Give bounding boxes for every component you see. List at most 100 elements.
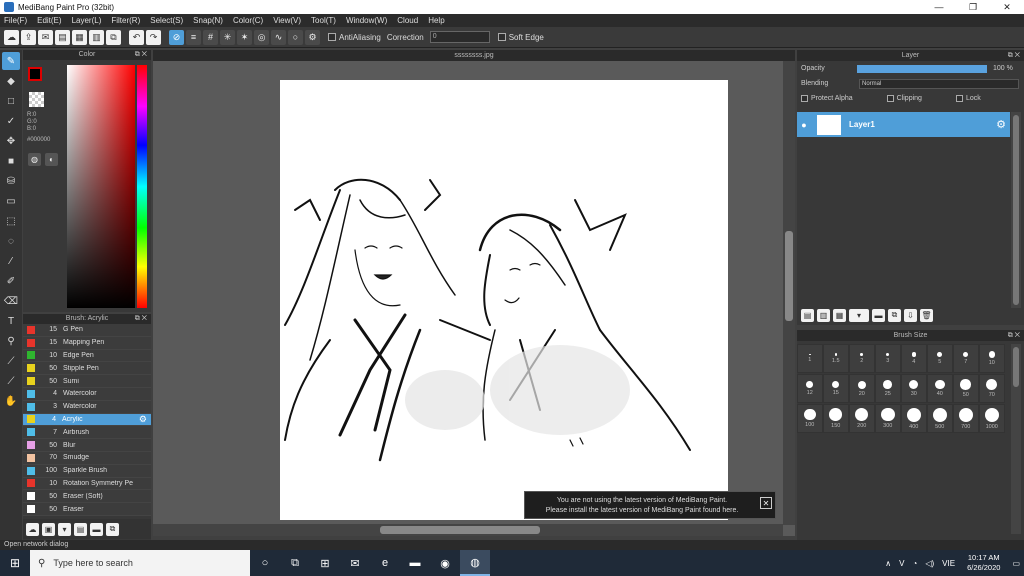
merge-down-icon[interactable]: ⇩	[904, 308, 917, 322]
snap-circle-icon[interactable]: ○	[288, 29, 303, 45]
brush-item[interactable]: 3 Watercolor	[23, 400, 151, 414]
edge-icon[interactable]: e	[370, 550, 400, 576]
windows-start-icon[interactable]: ⊞	[0, 550, 30, 576]
snap-off-icon[interactable]: ⊘	[169, 29, 184, 45]
blending-select[interactable]: Normal	[859, 78, 1019, 89]
snap-settings-icon[interactable]: ⚙	[305, 29, 320, 45]
save-icon[interactable]: ▥	[89, 29, 104, 45]
protect-alpha-checkbox[interactable]	[801, 95, 808, 102]
file-explorer-icon[interactable]: ▬	[400, 550, 430, 576]
brush-size-cell[interactable]: 70	[979, 374, 1005, 403]
brush-item[interactable]: 7 Airbrush	[23, 426, 151, 440]
comment-icon[interactable]: ✉	[38, 29, 53, 45]
layer-folder-icon[interactable]: ▬	[872, 308, 885, 322]
menu-file[interactable]: File(F)	[4, 16, 27, 25]
vertical-scroll-thumb[interactable]	[785, 231, 793, 321]
magic-wand-icon[interactable]: ⁄	[2, 252, 20, 270]
select-eraser-icon[interactable]: ⌫	[2, 292, 20, 310]
menu-edit[interactable]: Edit(E)	[37, 16, 61, 25]
brush-size-cell[interactable]: 400	[901, 404, 927, 433]
brush-item[interactable]: 15 G Pen	[23, 324, 151, 337]
brush-size-cell[interactable]: 200	[849, 404, 875, 433]
brush-item[interactable]: 50 Sumi	[23, 375, 151, 388]
panel-close-icon[interactable]: ⧉ ✕	[135, 314, 147, 324]
close-icon[interactable]: ✕	[990, 2, 1024, 13]
brush-folder-icon[interactable]: ▬	[90, 522, 103, 536]
brush-size-cell[interactable]: 1	[797, 344, 823, 373]
menu-view[interactable]: View(V)	[273, 16, 301, 25]
saturation-value-picker[interactable]	[67, 65, 135, 308]
brush-size-cell[interactable]: 4	[901, 344, 927, 373]
layer-settings-gear-icon[interactable]: ⚙	[996, 118, 1006, 131]
new-8bit-layer-icon[interactable]: ▦	[833, 308, 846, 322]
brush-size-cell[interactable]: 10	[979, 344, 1005, 373]
panel-close-icon[interactable]: ⧉ ✕	[1008, 330, 1020, 341]
select-rect-icon[interactable]: ⬚	[2, 212, 20, 230]
brush-item[interactable]: 50 Eraser	[23, 503, 151, 516]
brush-size-cell[interactable]: 500	[927, 404, 953, 433]
snap-concentric-icon[interactable]: ◎	[254, 29, 269, 45]
foreground-color-swatch[interactable]	[28, 67, 42, 81]
brush-size-cell[interactable]: 2	[849, 344, 875, 373]
brush-size-cell[interactable]: 50	[953, 374, 979, 403]
eraser-tool-icon[interactable]: ◆	[2, 72, 20, 90]
menu-cloud[interactable]: Cloud	[397, 16, 418, 25]
snap-grid-icon[interactable]: #	[203, 29, 218, 45]
move-tool-icon[interactable]: ✥	[2, 132, 20, 150]
rectangle-tool-icon[interactable]: ■	[2, 152, 20, 170]
palette-icon[interactable]: ◐	[45, 153, 58, 166]
redo-icon[interactable]: ↷	[146, 29, 161, 45]
text-tool-icon[interactable]: T	[2, 312, 20, 330]
brush-item[interactable]: 15 Mapping Pen	[23, 336, 151, 350]
operation-tool-icon[interactable]: ⚲	[2, 332, 20, 350]
brush-size-cell[interactable]: 1000	[979, 404, 1005, 433]
bucket-tool-icon[interactable]: ⛁	[2, 172, 20, 190]
menu-layer[interactable]: Layer(L)	[72, 16, 102, 25]
panel-close-icon[interactable]: ⧉ ✕	[1008, 50, 1020, 61]
app-icon-green[interactable]: ◉	[430, 550, 460, 576]
clipping-checkbox[interactable]	[886, 95, 894, 102]
brush-item[interactable]: 4 Watercolor	[23, 387, 151, 401]
layer-visibility-icon[interactable]: ●	[797, 120, 811, 130]
tray-chevron-icon[interactable]: ∧	[885, 559, 891, 568]
task-view-icon[interactable]: ⧉	[280, 550, 310, 576]
canvas-horizontal-scrollbar[interactable]	[153, 524, 783, 536]
brush-size-scrollbar[interactable]	[1011, 344, 1021, 534]
maximize-icon[interactable]: ❐	[956, 2, 990, 13]
menu-color[interactable]: Color(C)	[233, 16, 263, 25]
brush-item-selected[interactable]: 4 Acrylic ⚙	[23, 413, 151, 427]
brush-size-cell[interactable]: 30	[901, 374, 927, 403]
brush-cloud-icon[interactable]: ☁	[26, 522, 39, 536]
divide-tool-icon[interactable]: ⟋	[2, 372, 20, 390]
lock-checkbox[interactable]	[955, 95, 963, 102]
lasso-tool-icon[interactable]: ◌	[2, 232, 20, 250]
menu-help[interactable]: Help	[428, 16, 444, 25]
open-file-icon[interactable]: ▦	[72, 29, 87, 45]
cortana-icon[interactable]: ○	[250, 550, 280, 576]
medibang-taskbar-icon[interactable]: ◍	[460, 550, 490, 576]
menu-tool[interactable]: Tool(T)	[311, 16, 336, 25]
brush-item[interactable]: 70 Smudge	[23, 451, 151, 465]
antialiasing-checkbox[interactable]	[328, 33, 336, 41]
language-indicator[interactable]: VIE	[942, 559, 955, 568]
color-wheel-icon[interactable]: ◍	[28, 153, 41, 166]
document-tab[interactable]: ssssssss.jpg	[153, 50, 795, 61]
brush-item[interactable]: 50 Blur	[23, 439, 151, 452]
select-brush-icon[interactable]: ✓	[2, 112, 20, 130]
mail-icon[interactable]: ✉	[340, 550, 370, 576]
brush-item[interactable]: 50 Eraser (Soft)	[23, 490, 151, 504]
brush-size-cell[interactable]: 100	[797, 404, 823, 433]
menu-select[interactable]: Select(S)	[150, 16, 183, 25]
brush-size-cell[interactable]: 12	[797, 374, 823, 403]
store-icon[interactable]: ⊞	[310, 550, 340, 576]
eyedropper-icon[interactable]: ⟋	[2, 352, 20, 370]
brush-size-cell[interactable]: 150	[823, 404, 849, 433]
brush-menu-icon[interactable]: ▾	[58, 522, 71, 536]
brush-settings-gear-icon[interactable]: ⚙	[139, 414, 147, 425]
dot-tool-icon[interactable]: □	[2, 92, 20, 110]
notifications-icon[interactable]: ▭	[1012, 559, 1020, 568]
export-icon[interactable]: ⧉	[106, 29, 121, 45]
snap-curve-icon[interactable]: ∿	[271, 29, 286, 45]
transparent-swatch[interactable]	[29, 92, 44, 107]
correction-select[interactable]: 0	[429, 31, 490, 43]
